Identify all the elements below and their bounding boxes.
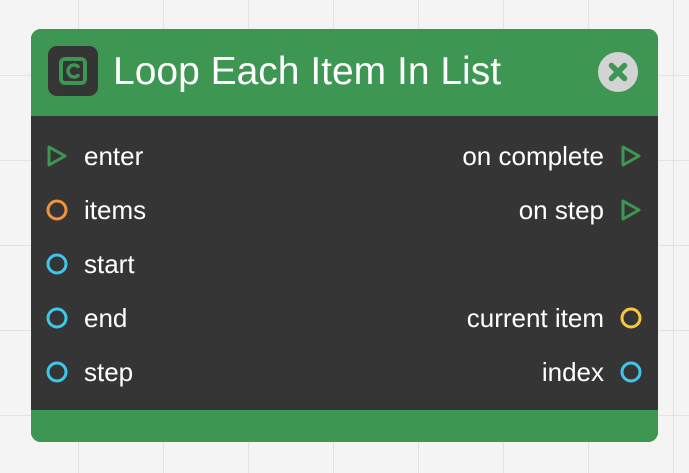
number-port-circle-icon[interactable]: [46, 307, 68, 329]
port-label: end: [84, 303, 128, 333]
output-port-on-step[interactable]: on step: [519, 195, 642, 225]
number-port-circle-icon[interactable]: [620, 361, 642, 383]
port-label: step: [84, 357, 134, 387]
input-port-items[interactable]: items: [46, 195, 146, 225]
node-header[interactable]: Loop Each Item In List: [31, 29, 658, 116]
port-label: enter: [84, 141, 144, 171]
output-port-on-complete[interactable]: on complete: [462, 141, 642, 171]
number-port-circle-icon[interactable]: [46, 361, 68, 383]
number-port-circle-icon[interactable]: [46, 253, 68, 275]
node-footer: [31, 410, 658, 442]
output-port-current-item[interactable]: current item: [467, 303, 642, 333]
input-port-step[interactable]: step: [46, 357, 133, 387]
port-label: current item: [466, 303, 604, 333]
output-port-index[interactable]: index: [542, 357, 642, 387]
port-label: items: [84, 195, 147, 225]
input-port-enter[interactable]: enter: [46, 141, 143, 171]
port-label: index: [541, 357, 604, 387]
port-label: on complete: [462, 141, 604, 171]
node-title: Loop Each Item In List: [113, 50, 502, 93]
loop-c-icon: [48, 46, 98, 96]
port-label: start: [84, 249, 135, 279]
exec-triangle-icon[interactable]: [46, 145, 68, 167]
input-port-end[interactable]: end: [46, 303, 127, 333]
exec-triangle-icon[interactable]: [620, 145, 642, 167]
current-item-port-circle-icon[interactable]: [620, 307, 642, 329]
input-port-start[interactable]: start: [46, 249, 135, 279]
close-button[interactable]: [598, 52, 638, 92]
port-label: on step: [518, 195, 604, 225]
close-x-icon: [608, 62, 628, 82]
exec-triangle-icon[interactable]: [620, 199, 642, 221]
items-port-circle-icon[interactable]: [46, 199, 68, 221]
loop-node[interactable]: Loop Each Item In List enter items start…: [31, 29, 658, 442]
